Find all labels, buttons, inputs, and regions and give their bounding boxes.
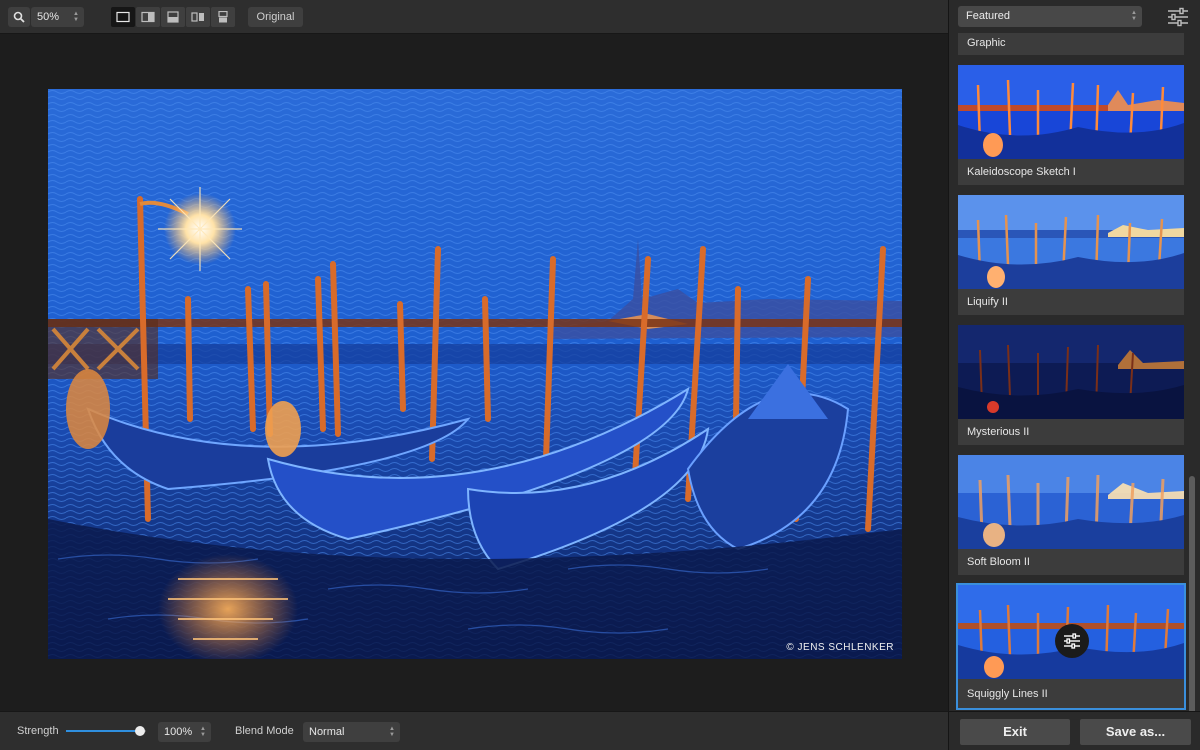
zoom-level-value: 50% [37, 11, 60, 23]
gondolas-painting-image [48, 89, 902, 659]
view-mode-group [111, 7, 235, 27]
copyright-watermark: © JENS SCHLENKER [786, 642, 894, 653]
preset-thumbnail [958, 585, 1184, 679]
zoom-level-field[interactable]: 50% ▲ ▼ [31, 7, 84, 27]
strength-value: 100% [164, 726, 193, 738]
preset-label: Liquify II [967, 296, 1008, 308]
strength-value-field[interactable]: 100% ▲ ▼ [158, 722, 211, 742]
strength-slider-fill [66, 730, 140, 732]
preset-adjust-button[interactable] [1055, 624, 1089, 658]
preview-canvas: © JENS SCHLENKER [0, 34, 948, 711]
preset-label: Graphic [967, 37, 1006, 49]
zoom-button[interactable] [8, 7, 30, 27]
strength-slider-thumb[interactable] [135, 726, 145, 736]
top-toolbar: 50% ▲ ▼ Original [0, 0, 948, 34]
single-view-button[interactable] [111, 7, 135, 27]
preview-image[interactable]: © JENS SCHLENKER [48, 89, 902, 659]
blend-mode-select[interactable]: Normal ▲ ▼ [303, 722, 400, 742]
zoom-stepper[interactable]: ▲ ▼ [72, 10, 80, 24]
split-horizontal-button[interactable] [161, 7, 185, 27]
presets-list: Graphic Kaleidoscope Sketch I Liquify II… [949, 33, 1200, 711]
category-select[interactable]: Featured ▲ ▼ [958, 6, 1142, 27]
preset-thumbnail [958, 325, 1184, 419]
sliders-icon [1168, 7, 1188, 27]
side-by-side-button[interactable] [186, 7, 210, 27]
preset-label: Kaleidoscope Sketch I [967, 166, 1076, 178]
preset-thumbnail [958, 455, 1184, 549]
strength-label: Strength [17, 725, 59, 737]
app-window: 50% ▲ ▼ Original © JENS SCHLENKER Streng… [0, 0, 1200, 750]
split-vertical-button[interactable] [136, 7, 160, 27]
strength-stepper[interactable]: ▲ ▼ [199, 725, 207, 739]
preset-squiggly-lines-ii[interactable]: Squiggly Lines II [956, 583, 1186, 710]
stacked-button[interactable] [211, 7, 235, 27]
original-button[interactable]: Original [248, 7, 303, 27]
panel-bottom-bar: Exit Save as... [949, 711, 1200, 750]
blend-mode-label: Blend Mode [235, 725, 294, 737]
sliders-icon [1064, 633, 1080, 649]
preset-thumbnail [958, 195, 1184, 289]
save-as-button[interactable]: Save as... [1080, 719, 1191, 745]
preset-liquify-ii[interactable]: Liquify II [958, 195, 1184, 315]
preset-label: Soft Bloom II [967, 556, 1030, 568]
single-view-icon [116, 11, 130, 23]
side-by-side-icon [191, 12, 204, 22]
chevron-updown-icon: ▲ ▼ [1131, 10, 1137, 22]
presets-panel: Featured ▲ ▼ Graphic Kaleidoscope Sketch… [948, 0, 1200, 750]
blend-mode-value: Normal [309, 726, 345, 738]
exit-button[interactable]: Exit [960, 719, 1070, 745]
chevron-updown-icon: ▲ ▼ [389, 726, 395, 738]
presets-scrollbar[interactable] [1189, 476, 1195, 711]
bottom-controls-bar: Strength 100% ▲ ▼ Blend Mode Normal ▲ ▼ [0, 711, 948, 750]
split-horizontal-icon [167, 11, 179, 23]
preset-label: Squiggly Lines II [967, 688, 1048, 700]
preset-kaleidoscope-sketch-i[interactable]: Kaleidoscope Sketch I [958, 65, 1184, 185]
adjustments-button[interactable] [1167, 7, 1189, 27]
preset-thumbnail [958, 65, 1184, 159]
category-value: Featured [966, 10, 1011, 22]
preset-soft-bloom-ii[interactable]: Soft Bloom II [958, 455, 1184, 575]
stacked-icon [218, 11, 228, 23]
preset-label: Mysterious II [967, 426, 1030, 438]
preset-mysterious-ii[interactable]: Mysterious II [958, 325, 1184, 445]
split-vertical-icon [141, 11, 155, 23]
strength-slider[interactable] [66, 726, 146, 736]
preset-graphic[interactable]: Graphic [958, 33, 1184, 55]
magnifier-icon [13, 11, 25, 23]
